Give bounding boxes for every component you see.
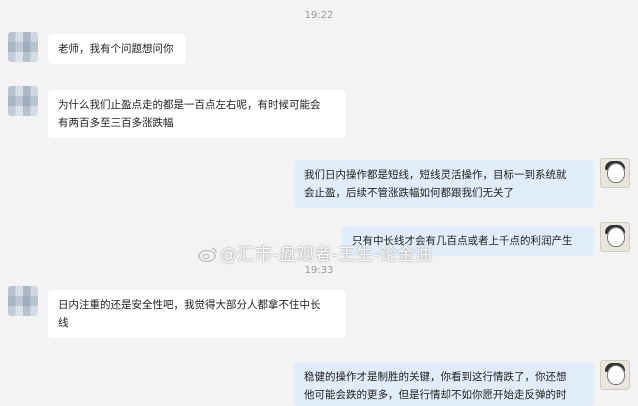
contact-avatar[interactable] — [8, 86, 38, 116]
message-bubble-left: 为什么我们止盈点走的都是一百点左右呢，有时候可能会 有两百多至三百多涨跌幅 — [48, 90, 346, 138]
user-avatar[interactable] — [600, 158, 630, 188]
avatar-face-icon — [607, 227, 625, 247]
contact-avatar[interactable] — [8, 32, 38, 62]
contact-avatar[interactable] — [8, 286, 38, 316]
avatar-face-icon — [607, 365, 625, 385]
avatar-face-icon — [607, 163, 625, 183]
user-avatar[interactable] — [600, 222, 630, 252]
message-bubble-right: 我们日内操作都是短线，短线灵活操作，目标一到系统就 会止盈，后续不管涨跌幅如何都… — [294, 160, 594, 208]
timestamp-2: 19:33 — [304, 265, 334, 276]
watermark: @汇市-盘观者-王生-论金油 — [198, 240, 432, 265]
message-bubble-left: 老师，我有个问题想问你 — [48, 34, 186, 64]
message-bubble-left: 日内注重的还是安全性吧，我觉得大部分人都拿不住中长 线 — [48, 290, 346, 338]
timestamp-1: 19:22 — [304, 10, 334, 21]
weibo-logo-icon — [198, 247, 217, 262]
user-avatar[interactable] — [600, 360, 630, 390]
message-bubble-right: 稳健的操作才是制胜的关键，你看到这行情跌了，你还想 他可能会跌的更多，但是行情却… — [294, 362, 594, 406]
watermark-text: @汇市-盘观者-王生-论金油 — [220, 245, 433, 265]
